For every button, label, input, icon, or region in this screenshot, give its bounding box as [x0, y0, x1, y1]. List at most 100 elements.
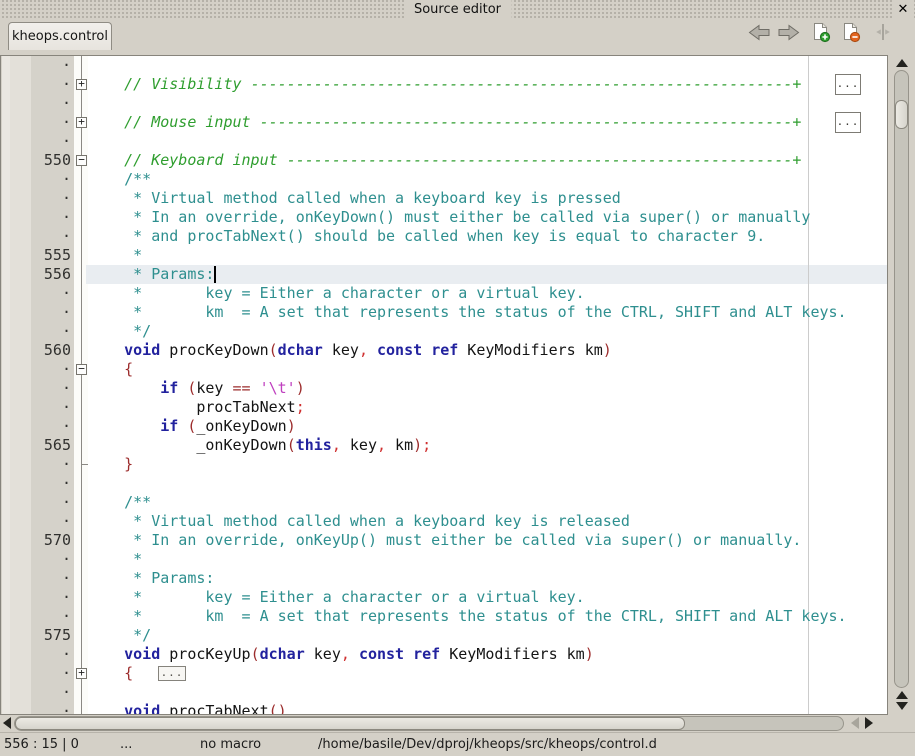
code-token: const: [377, 341, 422, 359]
split-view-icon: [874, 23, 892, 45]
scroll-left-secondary-icon[interactable]: [851, 717, 859, 729]
code-token: [368, 341, 377, 359]
scroll-right-icon[interactable]: [865, 717, 873, 729]
code-token: }: [124, 455, 133, 473]
line-number: ·: [2, 455, 71, 474]
file-path: /home/basile/Dev/dproj/kheops/src/kheops…: [318, 733, 657, 756]
code-token: * In an override, onKeyDown() must eithe…: [88, 208, 810, 226]
fold-expand-icon[interactable]: +: [76, 79, 87, 90]
titlebar[interactable]: Source editor ✕: [0, 0, 915, 20]
folded-code-ellipsis-box[interactable]: ...: [835, 112, 861, 133]
source-editor-window: Source editor ✕ kheops.control ·····550·…: [0, 0, 915, 756]
code-token: ----------------------------------------…: [260, 113, 793, 131]
code-token: {: [124, 360, 133, 378]
vertical-scroll-thumb[interactable]: [895, 100, 908, 129]
code-token: ref: [431, 341, 458, 359]
code-token: void: [124, 702, 160, 714]
line-number: 565: [2, 436, 71, 455]
line-number: ·: [2, 322, 71, 341]
scroll-left-icon[interactable]: [3, 717, 11, 729]
code-token: ,: [359, 341, 368, 359]
code-token: km: [386, 436, 413, 454]
status-ellipsis: ...: [120, 733, 132, 756]
text-caret: [214, 266, 216, 283]
back-arrow-button[interactable]: [747, 22, 771, 46]
line-number: ·: [2, 56, 71, 75]
close-button[interactable]: ✕: [894, 0, 912, 20]
line-number: 560: [2, 341, 71, 360]
tab-kheops-control[interactable]: kheops.control: [8, 22, 112, 50]
fold-collapse-icon[interactable]: −: [76, 155, 87, 166]
code-token: ,: [332, 436, 341, 454]
code-token: * and procTabNext() should be called whe…: [88, 227, 765, 245]
line-number: ·: [2, 303, 71, 322]
folded-code-ellipsis-box[interactable]: ...: [835, 74, 861, 95]
code-line: // Visibility --------------------------…: [88, 75, 801, 94]
fold-collapse-icon[interactable]: −: [76, 364, 87, 375]
code-line: * km = A set that represents the status …: [88, 303, 847, 322]
code-token: // Mouse input: [88, 113, 260, 131]
back-arrow-icon: [748, 24, 770, 45]
tab-bar: kheops.control: [0, 20, 915, 55]
code-token: [88, 360, 124, 378]
code-token: [88, 417, 160, 435]
code-token: (): [269, 702, 287, 714]
remove-document-button[interactable]: [839, 22, 863, 46]
fold-end-tick: [81, 464, 88, 465]
code-token: // Visibility: [88, 75, 251, 93]
scroll-up-secondary-icon[interactable]: [896, 691, 908, 699]
code-line: procTabNext;: [88, 398, 305, 417]
code-token: if: [160, 417, 178, 435]
code-token: [88, 341, 124, 359]
line-number: ·: [2, 75, 71, 94]
code-line: */: [88, 626, 151, 645]
code-token: */: [88, 322, 151, 340]
scroll-up-icon[interactable]: [896, 59, 908, 67]
code-line: /**: [88, 493, 151, 512]
code-token: procKeyDown: [160, 341, 268, 359]
scroll-down-icon[interactable]: [896, 702, 908, 710]
code-line: {: [88, 360, 133, 379]
code-token: */: [88, 626, 151, 644]
code-line: * Virtual method called when a keyboard …: [88, 512, 630, 531]
code-token: {: [124, 664, 133, 682]
macro-status: no macro: [200, 733, 261, 756]
fold-expand-icon[interactable]: +: [76, 668, 87, 679]
code-token: ,: [377, 436, 386, 454]
new-document-button[interactable]: [809, 22, 833, 46]
code-token: ): [296, 379, 305, 397]
code-token: +: [792, 75, 801, 93]
horizontal-scroll-thumb[interactable]: [15, 717, 685, 730]
new-document-icon: [811, 22, 831, 47]
line-number: ·: [2, 645, 71, 664]
line-number: ·: [2, 398, 71, 417]
line-number: 556: [2, 265, 71, 284]
code-token: ;: [422, 436, 431, 454]
code-line: // Mouse input -------------------------…: [88, 113, 801, 132]
line-number: ·: [2, 113, 71, 132]
forward-arrow-button[interactable]: [777, 22, 801, 46]
line-number: ·: [2, 683, 71, 702]
tab-label: kheops.control: [12, 29, 108, 44]
code-token: * Params:: [88, 265, 214, 283]
code-token: * km = A set that represents the status …: [88, 607, 847, 625]
code-token: ----------------------------------------…: [251, 75, 793, 93]
code-token: [422, 341, 431, 359]
folded-body-ellipsis-box[interactable]: ...: [158, 666, 186, 681]
fold-expand-icon[interactable]: +: [76, 117, 87, 128]
code-line: * key = Either a character or a virtual …: [88, 284, 585, 303]
code-token: [178, 417, 187, 435]
code-line: _onKeyDown(this, key, km);: [88, 436, 431, 455]
code-line: void procTabNext(): [88, 702, 287, 714]
split-view-button[interactable]: [871, 22, 895, 46]
code-line: {: [88, 664, 133, 683]
vertical-scroll-track[interactable]: [894, 70, 909, 688]
code-token: procTabNext: [160, 702, 268, 714]
code-token: KeyModifiers km: [458, 341, 603, 359]
line-number: ·: [2, 170, 71, 189]
line-number: ·: [2, 227, 71, 246]
code-token: key: [323, 341, 359, 359]
code-editor[interactable]: ·····550····555556···560····565····570··…: [2, 56, 887, 714]
code-token: * Params:: [88, 569, 214, 587]
line-number: ·: [2, 550, 71, 569]
